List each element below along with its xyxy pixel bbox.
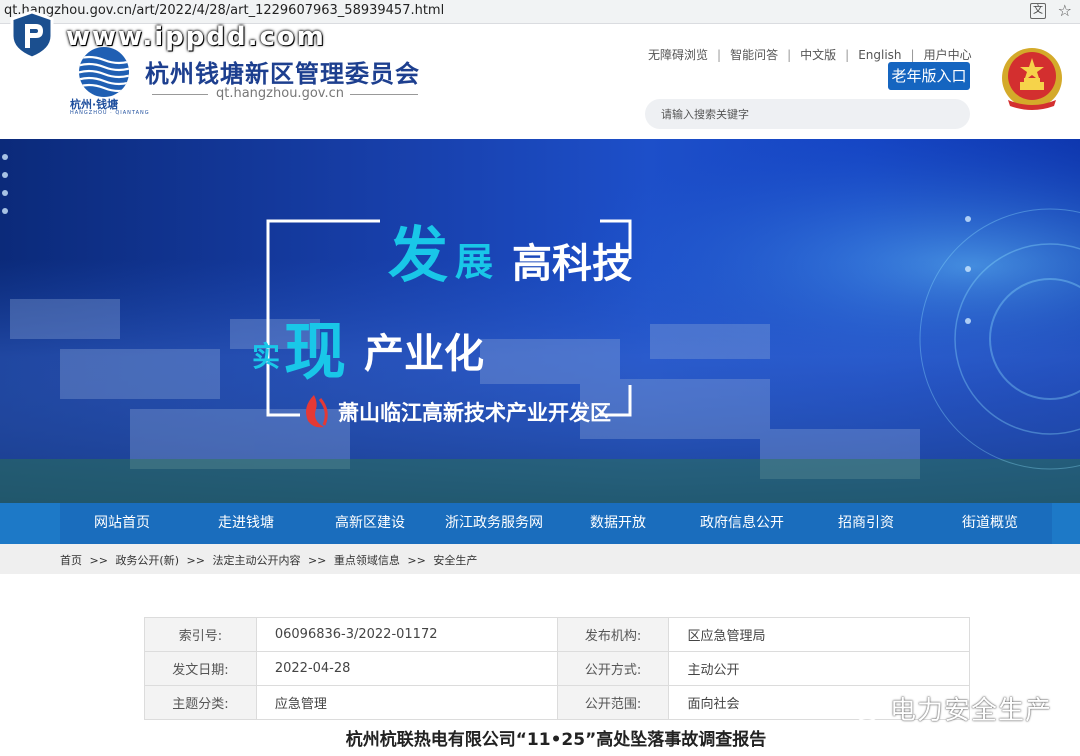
breadcrumb-sep: >> xyxy=(89,554,108,567)
meta-value: 区应急管理局 xyxy=(668,617,970,652)
main-nav: 网站首页 走进钱塘 高新区建设 浙江政务服务网 数据开放 政府信息公开 招商引资… xyxy=(0,503,1080,544)
breadcrumb-sep: >> xyxy=(186,554,205,567)
link-chinese[interactable]: 中文版 xyxy=(800,48,836,62)
meta-value: 06096836-3/2022-01172 xyxy=(255,617,558,652)
banner-char-xian: 现 xyxy=(284,315,347,388)
breadcrumb-home[interactable]: 首页 xyxy=(60,554,82,567)
nav-about[interactable]: 走进钱塘 xyxy=(184,503,308,544)
national-emblem-icon xyxy=(1002,48,1062,110)
nav-investment[interactable]: 招商引资 xyxy=(804,503,928,544)
nav-construction[interactable]: 高新区建设 xyxy=(308,503,432,544)
logo-city-en: HANGZHOU · QIANTANG xyxy=(70,110,150,116)
wechat-icon xyxy=(840,695,879,722)
nav-streets[interactable]: 街道概览 xyxy=(928,503,1052,544)
breadcrumb-safety[interactable]: 安全生产 xyxy=(433,554,477,567)
hero-banner: 发 展 高科技 实 现 产业化 萧山临江高新技术产业开发区 xyxy=(0,139,1080,503)
meta-key: 公开方式: xyxy=(556,651,670,686)
meta-value: 2022-04-28 xyxy=(255,651,558,686)
nav-gov-info[interactable]: 政府信息公开 xyxy=(680,503,804,544)
top-links: 无障碍浏览 | 智能问答 | 中文版 | English | 用户中心 xyxy=(648,48,972,62)
link-user-center[interactable]: 用户中心 xyxy=(924,48,972,62)
breadcrumb-sep: >> xyxy=(307,554,327,567)
translate-icon[interactable]: 文 xyxy=(1030,3,1046,19)
link-smart-qa[interactable]: 智能问答 xyxy=(730,48,778,62)
meta-value: 主动公开 xyxy=(668,651,970,686)
breadcrumb-statutory[interactable]: 法定主动公开内容 xyxy=(212,554,300,567)
shield-p-logo xyxy=(10,10,54,60)
divider xyxy=(152,94,208,95)
watermark-url: www.ippdd.com xyxy=(66,22,326,52)
banner-text-high-tech: 高科技 xyxy=(512,241,632,287)
table-row: 索引号: 06096836-3/2022-01172 发布机构: 区应急管理局 xyxy=(144,617,970,652)
nav-zj-services[interactable]: 浙江政务服务网 xyxy=(432,503,556,544)
site-domain: qt.hangzhou.gov.cn xyxy=(216,86,344,101)
breadcrumb: 首页 >> 政务公开(新) >> 法定主动公开内容 >> 重点领域信息 >> 安… xyxy=(60,552,477,568)
banner-char-fa: 发 xyxy=(388,221,448,291)
nav-home[interactable]: 网站首页 xyxy=(60,503,184,544)
address-bar[interactable]: qt.hangzhou.gov.cn/art/2022/4/28/art_122… xyxy=(0,0,1080,24)
meta-key: 索引号: xyxy=(144,617,257,652)
nav-open-data[interactable]: 数据开放 xyxy=(556,503,680,544)
link-accessibility[interactable]: 无障碍浏览 xyxy=(648,48,708,62)
banner-char-zhan: 展 xyxy=(455,240,494,284)
banner-zone-name: 萧山临江高新技术产业开发区 xyxy=(338,400,611,425)
divider xyxy=(350,94,418,95)
banner-char-shi: 实 xyxy=(252,340,281,373)
meta-key: 公开范围: xyxy=(556,685,670,720)
breadcrumb-sep: >> xyxy=(407,554,426,567)
site-name[interactable]: 杭州钱塘新区管理委员会 xyxy=(145,54,420,89)
meta-value: 应急管理 xyxy=(255,685,558,720)
link-english[interactable]: English xyxy=(858,48,901,62)
banner-background xyxy=(0,139,1080,503)
breadcrumb-bar: 首页 >> 政务公开(新) >> 法定主动公开内容 >> 重点领域信息 >> 安… xyxy=(0,544,1080,574)
meta-key: 发文日期: xyxy=(144,651,257,686)
breadcrumb-gov-affairs[interactable]: 政务公开(新) xyxy=(115,554,179,567)
url-text[interactable]: qt.hangzhou.gov.cn/art/2022/4/28/art_122… xyxy=(4,3,444,18)
meta-key: 主题分类: xyxy=(144,685,257,720)
watermark-account: 电力安全生产 xyxy=(890,696,1053,726)
banner-text-industrialize: 产业化 xyxy=(364,331,484,377)
star-icon[interactable]: ☆ xyxy=(1058,1,1072,20)
meta-key: 发布机构: xyxy=(556,617,670,652)
table-row: 发文日期: 2022-04-28 公开方式: 主动公开 xyxy=(144,651,970,686)
breadcrumb-key-areas[interactable]: 重点领域信息 xyxy=(334,554,400,567)
elder-version-button[interactable]: 老年版入口 xyxy=(888,62,970,90)
search-input[interactable] xyxy=(645,99,970,129)
article-title: 杭州杭联热电有限公司“11•25”高处坠落事故调查报告 xyxy=(345,730,767,750)
